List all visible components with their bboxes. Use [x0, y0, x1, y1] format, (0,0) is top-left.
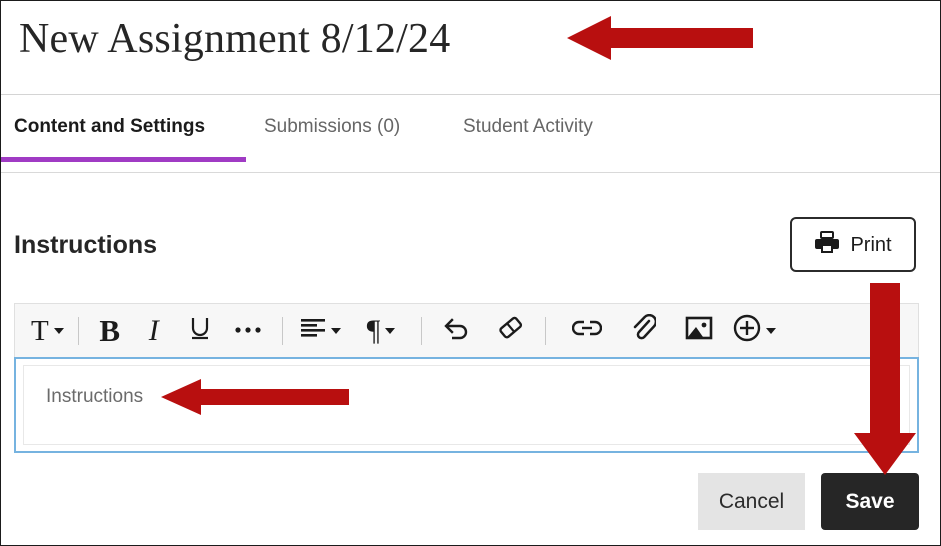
annotation-arrow-save: [852, 283, 918, 475]
chevron-down-icon: [330, 327, 341, 334]
tab-content-and-settings[interactable]: Content and Settings: [14, 114, 205, 140]
italic-icon: I: [148, 313, 159, 347]
title-bar: New Assignment 8/12/24: [1, 1, 940, 95]
toolbar-separator-3: [421, 316, 423, 345]
save-button[interactable]: Save: [821, 473, 919, 530]
bold-button[interactable]: B: [88, 305, 132, 357]
paperclip-icon: [630, 313, 658, 347]
undo-icon: [443, 316, 471, 345]
toolbar-separator-2: [281, 316, 283, 345]
paragraph-button[interactable]: ¶: [367, 305, 396, 357]
image-icon: [685, 315, 713, 346]
more-horizontal-icon: [234, 322, 262, 340]
underline-button[interactable]: [176, 305, 224, 357]
print-button[interactable]: Print: [790, 217, 916, 272]
align-left-icon: [300, 318, 326, 343]
cancel-button[interactable]: Cancel: [698, 473, 805, 530]
text-style-button[interactable]: T: [31, 305, 64, 357]
plus-circle-icon: [733, 314, 761, 347]
link-icon: [572, 319, 603, 342]
attachment-button[interactable]: [615, 305, 671, 357]
add-content-button[interactable]: [733, 305, 777, 357]
page-title: New Assignment 8/12/24: [19, 16, 451, 62]
printer-icon: [814, 230, 840, 259]
assignment-editor-page: New Assignment 8/12/24 Content and Setti…: [0, 0, 941, 546]
instructions-editor[interactable]: Instructions: [14, 357, 919, 453]
text-style-icon: T: [31, 314, 49, 347]
tab-bar: Content and Settings Submissions (0) Stu…: [1, 96, 940, 173]
paragraph-icon: ¶: [366, 313, 381, 347]
clear-formatting-button[interactable]: [483, 305, 539, 357]
editor-content-text: Instructions: [46, 386, 144, 407]
cancel-button-label: Cancel: [718, 489, 785, 513]
save-button-label: Save: [845, 489, 895, 513]
chevron-down-icon: [766, 327, 777, 334]
eraser-icon: [497, 315, 525, 346]
tab-submissions[interactable]: Submissions (0): [264, 114, 400, 140]
insert-image-button[interactable]: [671, 305, 727, 357]
italic-button[interactable]: I: [132, 305, 176, 357]
annotation-arrow-title: [567, 15, 753, 61]
bold-icon: B: [99, 312, 121, 348]
instructions-heading: Instructions: [14, 231, 158, 259]
active-tab-indicator: [1, 157, 246, 162]
toolbar-separator-1: [77, 316, 79, 345]
tab-student-activity[interactable]: Student Activity: [463, 114, 593, 140]
print-button-label: Print: [850, 233, 892, 256]
chevron-down-icon: [385, 327, 396, 334]
editor-content-area[interactable]: Instructions: [23, 365, 910, 445]
editor-toolbar: T B I ¶: [14, 303, 919, 357]
chevron-down-icon: [53, 327, 64, 334]
undo-button[interactable]: [431, 305, 483, 357]
more-options-button[interactable]: [224, 305, 272, 357]
link-button[interactable]: [559, 305, 615, 357]
toolbar-separator-4: [545, 316, 547, 345]
align-button[interactable]: [300, 305, 341, 357]
underline-icon: [188, 315, 212, 346]
annotation-arrow-instructions: [161, 378, 349, 416]
